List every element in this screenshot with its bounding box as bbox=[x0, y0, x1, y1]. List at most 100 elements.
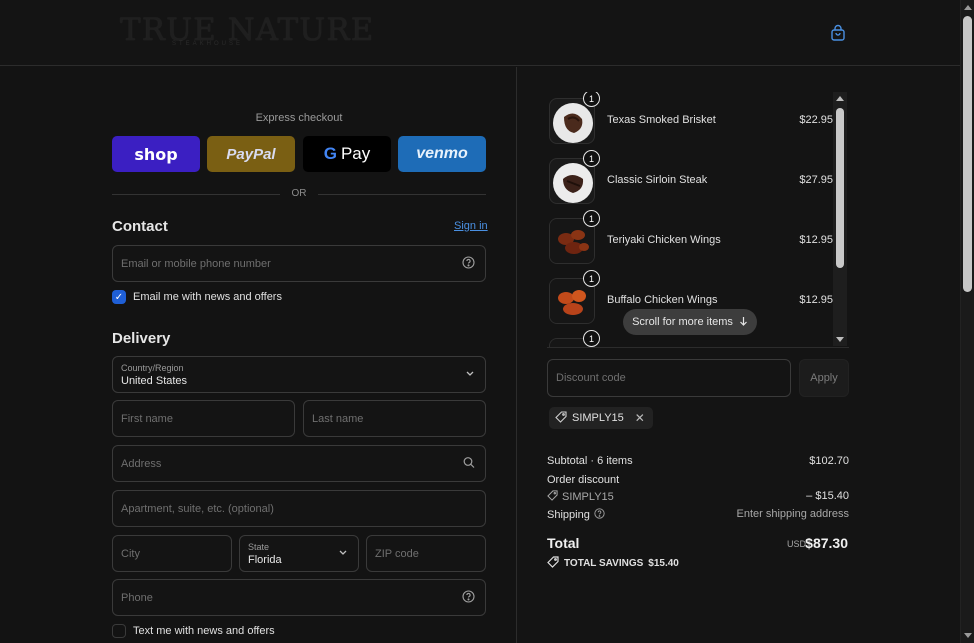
item-name: Buffalo Chicken Wings bbox=[607, 294, 718, 306]
apartment-placeholder: Apartment, suite, etc. (optional) bbox=[121, 503, 274, 515]
phone-placeholder: Phone bbox=[121, 592, 153, 604]
last-name-placeholder: Last name bbox=[312, 413, 364, 425]
list-item: 1 Teriyaki Chicken Wings $12.95 bbox=[547, 210, 833, 266]
delivery-title: Delivery bbox=[112, 330, 171, 347]
help-icon[interactable] bbox=[462, 589, 475, 606]
item-price: $12.95 bbox=[799, 294, 833, 306]
tag-icon bbox=[547, 556, 559, 571]
address-field[interactable]: Address bbox=[112, 445, 486, 482]
order-discount-row: Order discount bbox=[547, 474, 849, 486]
email-field[interactable]: Email or mobile phone number bbox=[112, 245, 486, 282]
total-value: $87.30 bbox=[805, 535, 848, 551]
brand-logo[interactable]: TRUE NATURE STEAKHOUSE bbox=[120, 12, 373, 52]
savings-value: $15.40 bbox=[648, 558, 679, 569]
list-item: 1 Classic Sirloin Steak $27.95 bbox=[547, 150, 833, 206]
subtotal-value: $102.70 bbox=[809, 455, 849, 467]
list-item: 1 Texas Smoked Brisket $22.95 bbox=[547, 92, 833, 146]
scrollbar-thumb[interactable] bbox=[836, 108, 844, 268]
shipping-label-group: Shipping bbox=[547, 508, 605, 522]
zip-placeholder: ZIP code bbox=[375, 548, 419, 560]
scroll-down-icon[interactable] bbox=[964, 633, 972, 638]
header: TRUE NATURE STEAKHOUSE bbox=[0, 0, 960, 66]
quantity-badge: 1 bbox=[583, 150, 600, 167]
applied-code: SIMPLY15 bbox=[572, 412, 624, 424]
apply-label: Apply bbox=[810, 372, 838, 384]
city-field[interactable]: City bbox=[112, 535, 232, 572]
arrow-down-icon bbox=[739, 316, 748, 329]
express-checkout-label: Express checkout bbox=[255, 112, 343, 124]
subtotal-label: Subtotal · 6 items bbox=[547, 455, 633, 467]
sms-newsletter-checkbox[interactable] bbox=[112, 624, 126, 638]
paypal-label: PayPal bbox=[226, 145, 276, 163]
shipping-row: Shipping Enter shipping address bbox=[547, 508, 849, 522]
help-icon[interactable] bbox=[462, 255, 475, 272]
sms-newsletter-option[interactable]: Text me with news and offers bbox=[112, 624, 275, 638]
state-value: Florida bbox=[248, 554, 282, 566]
venmo-label: venmo bbox=[416, 145, 468, 162]
contact-title: Contact bbox=[112, 218, 168, 235]
discount-code-text: SIMPLY15 bbox=[562, 491, 614, 503]
shopping-bag-icon[interactable] bbox=[829, 24, 847, 42]
discount-code-field[interactable]: Discount code bbox=[547, 359, 791, 397]
cart-items-scrollbar[interactable] bbox=[833, 92, 847, 346]
email-newsletter-option[interactable]: ✓ Email me with news and offers bbox=[112, 290, 282, 304]
scroll-up-icon[interactable] bbox=[836, 96, 844, 101]
discount-placeholder: Discount code bbox=[556, 372, 626, 384]
scroll-hint-label: Scroll for more items bbox=[632, 316, 733, 328]
discount-value: – $15.40 bbox=[806, 490, 849, 502]
quantity-badge: 1 bbox=[583, 270, 600, 287]
google-pay-label: Pay bbox=[340, 144, 371, 163]
divider-line bbox=[318, 194, 486, 195]
scroll-down-icon[interactable] bbox=[836, 337, 844, 342]
scrollbar-thumb[interactable] bbox=[963, 16, 972, 292]
search-icon bbox=[463, 456, 475, 471]
apply-discount-button[interactable]: Apply bbox=[799, 359, 849, 397]
city-placeholder: City bbox=[121, 548, 140, 560]
scroll-for-more-button[interactable]: Scroll for more items bbox=[623, 309, 757, 335]
first-name-placeholder: First name bbox=[121, 413, 173, 425]
venmo-button[interactable]: venmo bbox=[398, 136, 486, 172]
item-price: $27.95 bbox=[799, 174, 833, 186]
state-label: State bbox=[248, 542, 270, 552]
email-placeholder: Email or mobile phone number bbox=[121, 258, 271, 270]
remove-discount-icon[interactable]: ✕ bbox=[635, 411, 645, 425]
email-newsletter-checkbox[interactable]: ✓ bbox=[112, 290, 126, 304]
shipping-value: Enter shipping address bbox=[736, 508, 849, 520]
page-scrollbar[interactable] bbox=[960, 0, 974, 643]
country-select[interactable]: Country/Region United States bbox=[112, 356, 486, 393]
discount-code-line: SIMPLY15 bbox=[547, 490, 614, 504]
help-icon[interactable] bbox=[594, 508, 605, 522]
item-price: $12.95 bbox=[799, 234, 833, 246]
subtotal-row: Subtotal · 6 items $102.70 bbox=[547, 455, 849, 467]
chevron-down-icon bbox=[465, 368, 475, 381]
checkout-form: Express checkout shop PayPal G Pay venmo… bbox=[0, 67, 516, 643]
logo-text: TRUE NATURE bbox=[120, 12, 375, 48]
order-discount-label: Order discount bbox=[547, 474, 620, 486]
country-label: Country/Region bbox=[121, 363, 184, 373]
tag-icon bbox=[555, 410, 567, 426]
zip-field[interactable]: ZIP code bbox=[366, 535, 486, 572]
quantity-badge: 1 bbox=[583, 92, 600, 107]
sms-newsletter-label: Text me with news and offers bbox=[133, 625, 275, 637]
paypal-button[interactable]: PayPal bbox=[207, 136, 295, 172]
quantity-badge: 1 bbox=[583, 210, 600, 227]
address-placeholder: Address bbox=[121, 458, 162, 470]
shop-pay-label: shop bbox=[134, 144, 178, 164]
last-name-field[interactable]: Last name bbox=[303, 400, 486, 437]
google-pay-button[interactable]: G Pay bbox=[303, 136, 391, 172]
applied-discount-tag: SIMPLY15 ✕ bbox=[549, 407, 653, 429]
scroll-up-icon[interactable] bbox=[964, 5, 972, 10]
apartment-field[interactable]: Apartment, suite, etc. (optional) bbox=[112, 490, 486, 527]
logo-subtext: STEAKHOUSE bbox=[172, 41, 244, 47]
country-value: United States bbox=[121, 375, 188, 387]
discount-code-row: SIMPLY15 – $15.40 bbox=[547, 490, 849, 504]
order-summary: 1 Texas Smoked Brisket $22.95 1 Classic … bbox=[516, 67, 960, 643]
state-select[interactable]: State Florida bbox=[239, 535, 359, 572]
sign-in-link[interactable]: Sign in bbox=[454, 220, 488, 232]
shop-pay-button[interactable]: shop bbox=[112, 136, 200, 172]
phone-field[interactable]: Phone bbox=[112, 579, 486, 616]
first-name-field[interactable]: First name bbox=[112, 400, 295, 437]
item-price: $22.95 bbox=[799, 114, 833, 126]
total-savings: TOTAL SAVINGS $15.40 bbox=[547, 556, 679, 571]
item-name: Texas Smoked Brisket bbox=[607, 114, 716, 126]
